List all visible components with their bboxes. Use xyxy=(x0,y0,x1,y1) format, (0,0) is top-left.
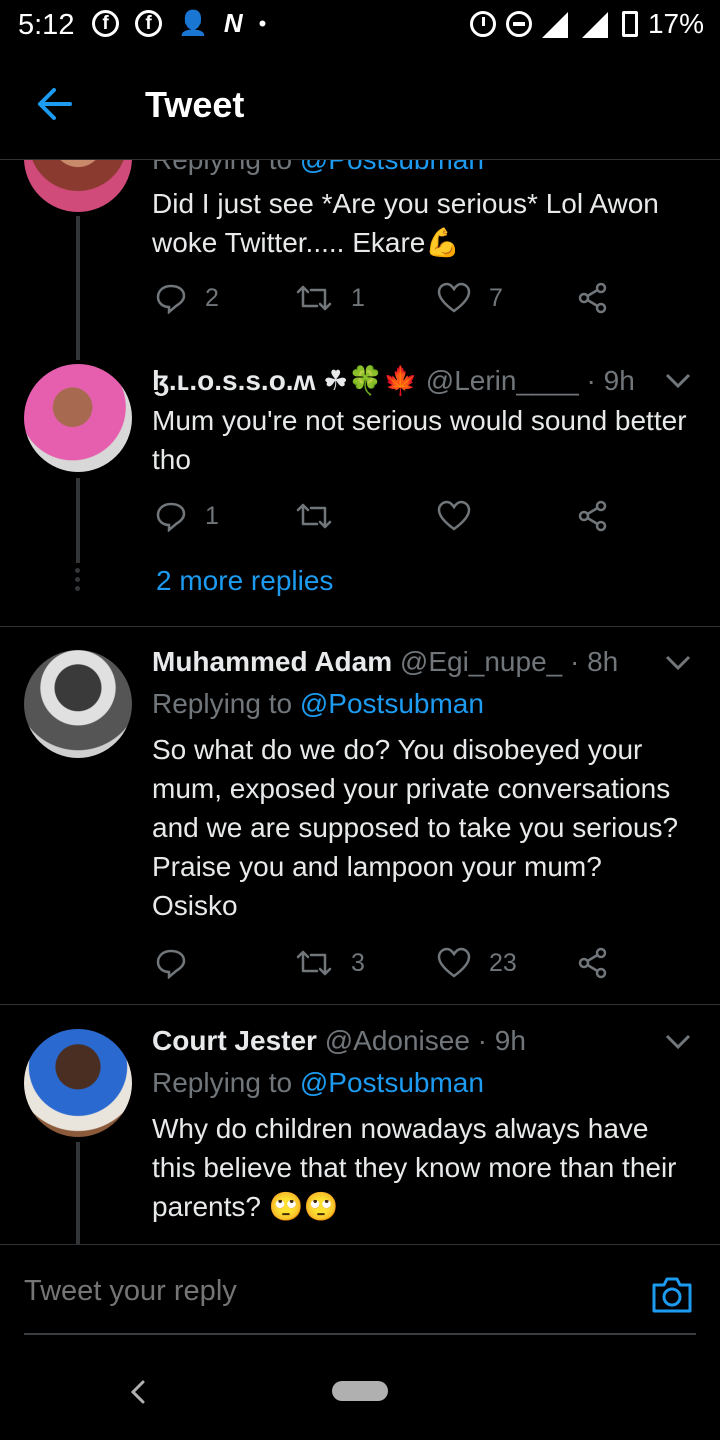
top-app-bar: Tweet xyxy=(0,50,720,160)
share-button[interactable] xyxy=(577,500,609,532)
tweet-author-row: Court Jester @Adonisee · 9h xyxy=(152,1025,526,1057)
tweet-time: · 9h xyxy=(469,1025,526,1056)
do-not-disturb-icon xyxy=(505,11,532,37)
share-icon xyxy=(578,282,607,314)
display-name[interactable]: ɮ.ʟ.o.s.s.o.ʍ ☘🍀🍁 xyxy=(152,365,418,396)
user-handle[interactable]: @Lerin____ xyxy=(426,365,579,396)
reply-icon xyxy=(156,949,186,979)
reply-count: 1 xyxy=(205,501,219,530)
add-person-icon: 👤 xyxy=(178,10,208,37)
reply-button[interactable]: 2 xyxy=(155,282,219,314)
like-button[interactable] xyxy=(437,500,489,532)
more-replies-link[interactable]: 2 more replies xyxy=(156,565,333,597)
user-handle[interactable]: @Adonisee xyxy=(325,1025,470,1056)
system-nav-bar xyxy=(0,1344,720,1440)
reply-icon xyxy=(156,502,186,532)
like-button[interactable]: 23 xyxy=(437,947,517,979)
replying-to: Replying to @Postsubman xyxy=(152,688,484,719)
share-icon xyxy=(578,500,607,532)
retweet-button[interactable]: 3 xyxy=(295,947,365,979)
like-count: 23 xyxy=(489,948,517,977)
replying-to: Replying to @Postsubman xyxy=(152,1067,484,1098)
tweet-time: · 9h xyxy=(578,365,635,396)
tweet-text: Why do children nowadays always have thi… xyxy=(152,1113,677,1222)
mention-link[interactable]: @Postsubman xyxy=(300,688,484,719)
alarm-icon xyxy=(469,11,496,37)
tweet-text: So what do we do? You disobeyed your mum… xyxy=(152,734,679,921)
n-icon: N xyxy=(223,8,243,38)
reply-feed[interactable]: Replying to @Postsubman Did I just see *… xyxy=(0,160,720,1244)
chevron-down-icon[interactable] xyxy=(664,654,692,672)
facebook-icon: f xyxy=(135,10,162,37)
tweet-author-row: Muhammed Adam @Egi_nupe_ · 8h xyxy=(152,646,618,678)
notification-icons: f f 👤 N • xyxy=(92,8,266,39)
reply-icon xyxy=(156,284,186,314)
signal-icon xyxy=(541,10,572,38)
share-button[interactable] xyxy=(577,282,609,314)
heart-icon xyxy=(437,282,471,313)
status-time: 5:12 xyxy=(18,9,75,41)
retweet-button[interactable] xyxy=(295,500,351,532)
mention-link[interactable]: @Postsubman xyxy=(300,160,484,175)
reply-button[interactable]: 1 xyxy=(155,500,219,532)
reply-input-underline xyxy=(24,1333,696,1335)
back-arrow-icon[interactable] xyxy=(34,86,74,122)
tweet-text: Mum you're not serious would sound bette… xyxy=(152,405,687,475)
retweet-icon xyxy=(296,503,332,529)
heart-icon xyxy=(437,947,471,978)
facebook-icon: f xyxy=(92,10,119,37)
tweet-actions: 2 1 7 xyxy=(155,282,625,318)
camera-icon[interactable] xyxy=(650,1275,694,1315)
mention-link[interactable]: @Postsubman xyxy=(300,1067,484,1098)
tweet-actions: 1 xyxy=(155,500,625,536)
more-notifications-dot: • xyxy=(258,10,267,36)
home-pill[interactable] xyxy=(332,1381,388,1401)
tweet-text: Did I just see *Are you serious* Lol Awo… xyxy=(152,188,659,258)
avatar[interactable] xyxy=(24,650,132,758)
retweet-count: 3 xyxy=(351,948,365,977)
share-icon xyxy=(578,947,607,979)
divider xyxy=(0,626,720,627)
retweet-icon xyxy=(296,285,332,311)
retweet-count: 1 xyxy=(351,283,365,312)
chevron-down-icon[interactable] xyxy=(664,1033,692,1051)
divider xyxy=(0,1004,720,1005)
avatar[interactable] xyxy=(24,1029,132,1137)
display-name[interactable]: Court Jester xyxy=(152,1025,317,1056)
status-bar: 5:12 f f 👤 N • 17% xyxy=(0,0,720,50)
avatar[interactable] xyxy=(24,364,132,472)
chevron-down-icon[interactable] xyxy=(664,372,692,390)
nav-back-icon[interactable] xyxy=(128,1378,148,1406)
share-button[interactable] xyxy=(577,947,609,979)
user-handle[interactable]: @Egi_nupe_ xyxy=(400,646,562,677)
thread-dots xyxy=(75,568,81,595)
page-title: Tweet xyxy=(145,84,245,125)
reply-composer xyxy=(0,1244,720,1344)
retweet-icon xyxy=(296,950,332,976)
avatar[interactable] xyxy=(24,160,132,212)
signal-3g-icon xyxy=(581,10,612,38)
battery-percent: 17% xyxy=(647,8,704,39)
reply-count: 2 xyxy=(205,283,219,312)
tweet-time: · 8h xyxy=(562,646,619,677)
battery-icon xyxy=(621,11,638,37)
like-button[interactable]: 7 xyxy=(437,282,503,314)
display-name[interactable]: Muhammed Adam xyxy=(152,646,392,677)
like-count: 7 xyxy=(489,283,503,312)
thread-line xyxy=(76,216,80,360)
reply-input[interactable] xyxy=(24,1275,624,1308)
thread-line xyxy=(76,478,80,563)
heart-icon xyxy=(437,500,471,531)
tweet-author-row: ɮ.ʟ.o.s.s.o.ʍ ☘🍀🍁 @Lerin____ · 9h xyxy=(152,364,635,397)
replying-to: Replying to @Postsubman xyxy=(152,160,484,176)
tweet-actions: 3 23 xyxy=(155,947,625,983)
retweet-button[interactable]: 1 xyxy=(295,282,365,314)
thread-line xyxy=(76,1142,80,1244)
reply-button[interactable] xyxy=(155,947,205,979)
system-icons: 17% xyxy=(469,8,704,40)
